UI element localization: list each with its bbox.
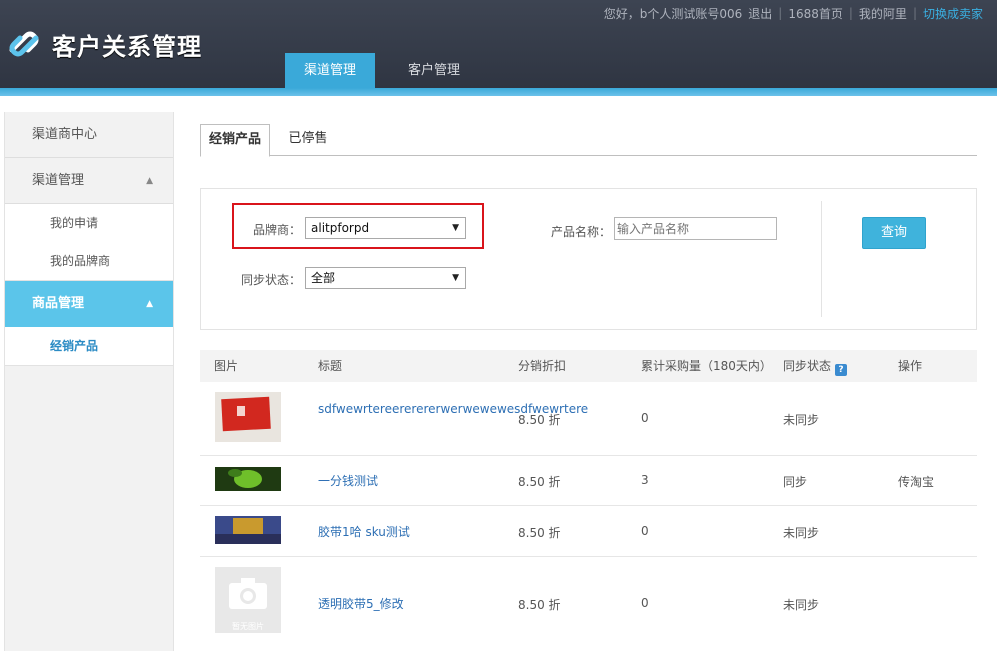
sidebar: 渠道商中心 渠道管理 ▲ 我的申请 我的品牌商 商品管理 ▲ 经销产品 <box>4 112 174 651</box>
chevron-up-icon: ▲ <box>146 176 153 186</box>
sync-status-value: 未同步 <box>783 413 820 427</box>
sidebar-item-goods-management[interactable]: 商品管理 ▲ <box>5 281 173 327</box>
discount-value: 8.50 折 <box>518 526 561 540</box>
divider: | <box>848 6 853 20</box>
table-row: 一分钱测试 8.50 折 3 同步 传淘宝 <box>200 456 977 506</box>
column-header-action: 操作 <box>898 359 923 373</box>
divider <box>821 201 822 317</box>
purchases-value: 0 <box>641 411 649 425</box>
sidebar-item-label: 渠道管理 <box>32 173 85 188</box>
nav-tab-customer[interactable]: 客户管理 <box>375 53 493 88</box>
logo-text: 客户关系管理 <box>52 32 202 61</box>
logo-icon <box>9 31 39 57</box>
sync-status-label: 同步状态： <box>241 273 302 287</box>
sidebar-item-channel-management[interactable]: 渠道管理 ▲ <box>5 158 173 204</box>
chevron-up-icon: ▲ <box>146 299 153 309</box>
switch-seller-link[interactable]: 切换成卖家 <box>923 5 983 22</box>
table-row: 胶带1哈 sku测试 8.50 折 0 未同步 <box>200 506 977 557</box>
discount-value: 8.50 折 <box>518 413 561 427</box>
column-header-image: 图片 <box>214 359 239 373</box>
product-table: 图片 标题 分销折扣 累计采购量（180天内） 同步状态? 操作 sdfwewr… <box>200 350 977 649</box>
product-name-label: 产品名称： <box>551 225 612 239</box>
column-header-sync-label: 同步状态 <box>783 359 832 373</box>
divider: | <box>912 6 917 20</box>
nav-tab-channel[interactable]: 渠道管理 <box>285 53 375 88</box>
caret-down-icon: ▼ <box>452 273 459 283</box>
sidebar-submenu-channel: 我的申请 我的品牌商 <box>5 204 173 281</box>
product-thumbnail[interactable] <box>215 392 281 442</box>
purchases-value: 3 <box>641 473 649 487</box>
product-name-input[interactable] <box>614 217 777 240</box>
column-header-title: 标题 <box>318 359 343 373</box>
sidebar-item-channel-center[interactable]: 渠道商中心 <box>5 112 173 158</box>
app-header: 客户关系管理 您好，b个人测试账号006 退出 | 1688首页 | 我的阿里 … <box>0 0 997 88</box>
sync-status-value: 全部 <box>311 271 336 285</box>
logout-link[interactable]: 退出 <box>748 5 772 22</box>
brand-select[interactable]: alitpforpd ▼ <box>305 217 466 239</box>
sidebar-item-label: 渠道商中心 <box>32 127 98 142</box>
caret-down-icon: ▼ <box>452 223 459 233</box>
sidebar-item-my-applications[interactable]: 我的申请 <box>5 204 173 242</box>
query-button[interactable]: 查询 <box>862 217 926 249</box>
brand-select-value: alitpforpd <box>311 221 370 235</box>
content-tabs: 经销产品 已停售 <box>200 124 977 157</box>
my-ali-link[interactable]: 我的阿里 <box>859 5 907 22</box>
top-links: 您好，b个人测试账号006 退出 | 1688首页 | 我的阿里 | 切换成卖家 <box>604 4 983 22</box>
sidebar-item-distributed-products[interactable]: 经销产品 <box>5 327 173 365</box>
sidebar-submenu-goods: 经销产品 <box>5 327 173 366</box>
logo[interactable]: 客户关系管理 <box>4 20 214 68</box>
product-thumbnail[interactable]: 暂无图片 <box>215 567 281 633</box>
help-icon[interactable]: ? <box>835 364 848 376</box>
column-header-purchases: 累计采购量（180天内） <box>641 359 772 373</box>
product-title-link[interactable]: 一分钱测试 <box>318 473 503 490</box>
column-header-discount: 分销折扣 <box>518 359 567 373</box>
header-stripe <box>0 88 997 96</box>
product-title-link[interactable]: 胶带1哈 sku测试 <box>318 524 503 541</box>
no-image-text: 暂无图片 <box>232 622 264 631</box>
tab-discontinued[interactable]: 已停售 <box>280 124 336 156</box>
upload-taobao-action[interactable]: 传淘宝 <box>898 473 934 490</box>
divider: | <box>778 6 783 20</box>
greeting-text: 您好，b个人测试账号006 <box>603 6 743 21</box>
product-thumbnail[interactable] <box>215 467 281 491</box>
product-title-link[interactable]: 透明胶带5_修改 <box>318 596 503 613</box>
filter-panel: 品牌商： alitpforpd ▼ 同步状态： 全部 ▼ 产品名称： 查询 <box>200 188 977 330</box>
product-title-link[interactable]: sdfwewrtereererererwerwewewesdfwewrtere <box>318 401 588 418</box>
column-header-sync: 同步状态? <box>783 350 848 382</box>
discount-value: 8.50 折 <box>518 475 561 489</box>
home-link[interactable]: 1688首页 <box>788 5 843 22</box>
sidebar-item-my-brands[interactable]: 我的品牌商 <box>5 242 173 280</box>
sync-status-value: 未同步 <box>783 598 820 612</box>
main-nav: 渠道管理 客户管理 <box>285 53 493 88</box>
sidebar-item-label: 商品管理 <box>32 296 85 311</box>
product-thumbnail[interactable] <box>215 516 281 544</box>
discount-value: 8.50 折 <box>518 598 561 612</box>
brand-label: 品牌商： <box>253 223 302 237</box>
table-row: 暂无图片 透明胶带5_修改 8.50 折 0 未同步 <box>200 557 977 649</box>
sync-status-value: 同步 <box>783 475 808 489</box>
table-header: 图片 标题 分销折扣 累计采购量（180天内） 同步状态? 操作 <box>200 350 977 382</box>
sync-status-value: 未同步 <box>783 526 820 540</box>
purchases-value: 0 <box>641 524 649 538</box>
sync-status-select[interactable]: 全部 ▼ <box>305 267 466 289</box>
table-row: sdfwewrtereererererwerwewewesdfwewrtere … <box>200 382 977 456</box>
tab-distributed-products[interactable]: 经销产品 <box>200 124 270 157</box>
purchases-value: 0 <box>641 596 649 610</box>
camera-icon <box>229 578 267 609</box>
